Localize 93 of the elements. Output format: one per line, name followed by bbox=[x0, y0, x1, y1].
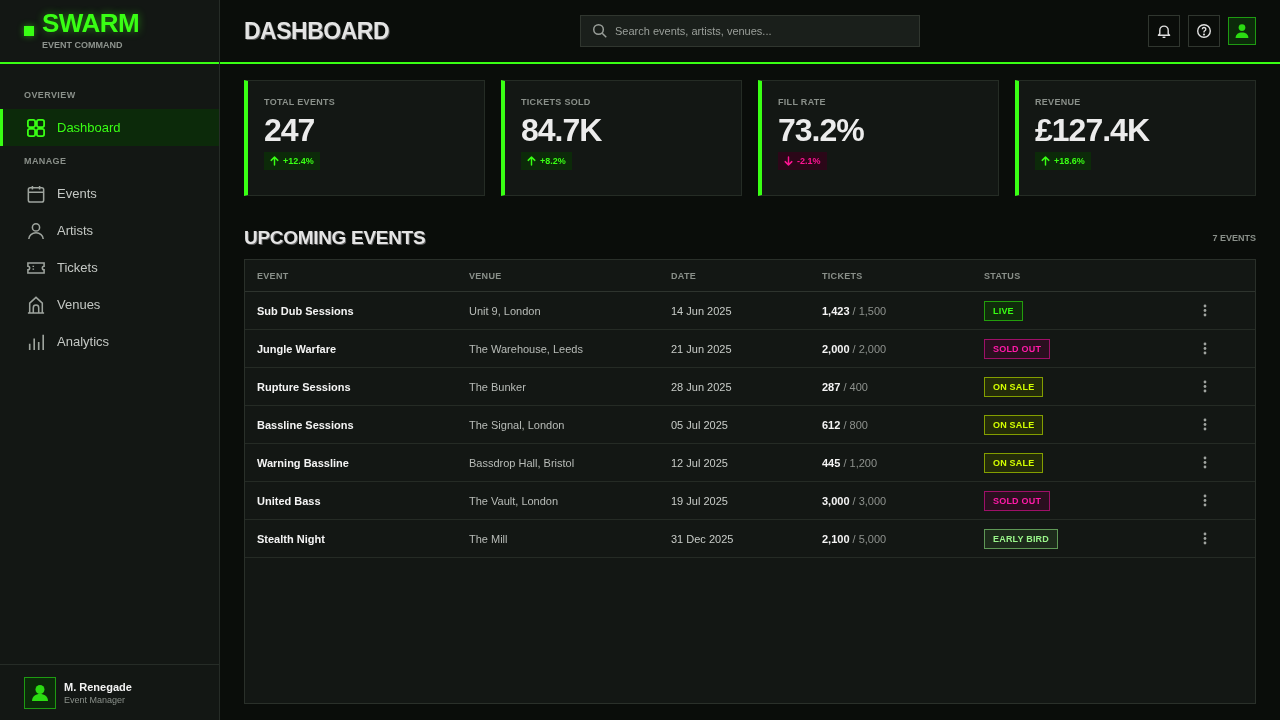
venue-name: The Bunker bbox=[469, 380, 526, 393]
nav-section-heading: MANAGE bbox=[24, 156, 67, 166]
vertical-dots-icon bbox=[1203, 342, 1207, 355]
status-badge: ON SALE bbox=[984, 414, 1044, 435]
stat-label: FILL RATE bbox=[778, 96, 826, 108]
nav-item[interactable]: Dashboard bbox=[0, 109, 219, 146]
user-role: Event Manager bbox=[64, 695, 126, 705]
vertical-dots-icon bbox=[1203, 532, 1207, 545]
building-icon bbox=[27, 295, 45, 314]
status-badge: SOLD OUT bbox=[984, 338, 1051, 359]
search-icon bbox=[593, 24, 607, 38]
stat-label: TOTAL EVENTS bbox=[264, 96, 336, 108]
column-header: DATE bbox=[671, 270, 697, 281]
stat-value: 73.2% bbox=[778, 112, 864, 148]
event-date: 12 Jul 2025 bbox=[671, 456, 728, 469]
bell-icon bbox=[1157, 24, 1171, 38]
section-title: UPCOMING EVENTS bbox=[244, 227, 426, 249]
status-badge: EARLY BIRD bbox=[984, 528, 1058, 549]
ticket-count: 3,000 / 3,000 bbox=[822, 494, 887, 507]
trend-badge: +12.4% bbox=[264, 152, 320, 170]
column-header: TICKETS bbox=[822, 270, 863, 281]
nav-item[interactable]: Artists bbox=[0, 212, 219, 249]
ticket-count: 287 / 400 bbox=[822, 380, 868, 393]
person-icon bbox=[1235, 24, 1249, 38]
vertical-dots-icon bbox=[1203, 456, 1207, 469]
event-date: 05 Jul 2025 bbox=[671, 418, 728, 431]
venue-name: The Warehouse, Leeds bbox=[469, 342, 583, 355]
venue-name: The Signal, London bbox=[469, 418, 565, 431]
vertical-dots-icon bbox=[1203, 380, 1207, 393]
column-header: VENUE bbox=[469, 270, 502, 281]
bar-chart-icon bbox=[27, 332, 45, 351]
column-header: STATUS bbox=[984, 270, 1021, 281]
trend-badge: +18.6% bbox=[1035, 152, 1091, 170]
stat-label: REVENUE bbox=[1035, 96, 1081, 108]
calendar-icon bbox=[27, 184, 45, 203]
arrow-up-icon bbox=[1041, 156, 1050, 166]
profile-button[interactable] bbox=[1228, 17, 1256, 45]
help-button[interactable] bbox=[1188, 15, 1220, 47]
avatar-icon bbox=[24, 677, 56, 709]
status-badge: ON SALE bbox=[984, 376, 1044, 397]
help-icon bbox=[1197, 24, 1211, 38]
venue-name: Bassdrop Hall, Bristol bbox=[469, 456, 575, 469]
nav-item[interactable]: Tickets bbox=[0, 249, 219, 286]
nav-section-heading: OVERVIEW bbox=[24, 90, 76, 100]
arrow-up-icon bbox=[527, 156, 536, 166]
event-name: Jungle Warfare bbox=[257, 342, 337, 355]
status-badge: SOLD OUT bbox=[984, 490, 1051, 511]
ticket-count: 2,000 / 2,000 bbox=[822, 342, 887, 355]
event-date: 31 Dec 2025 bbox=[671, 532, 734, 545]
grid-icon bbox=[27, 118, 45, 137]
stat-value: £127.4K bbox=[1035, 112, 1149, 148]
stat-value: 247 bbox=[264, 112, 315, 148]
vertical-dots-icon bbox=[1203, 304, 1207, 317]
event-date: 14 Jun 2025 bbox=[671, 304, 732, 317]
ticket-count: 445 / 1,200 bbox=[822, 456, 878, 469]
person-icon bbox=[27, 221, 45, 240]
user-name: M. Renegade bbox=[64, 681, 132, 693]
nav-item[interactable]: Events bbox=[0, 175, 219, 212]
trend-badge: -2.1% bbox=[778, 152, 827, 170]
vertical-dots-icon bbox=[1203, 418, 1207, 431]
page-title: DASHBOARD bbox=[244, 17, 389, 45]
status-badge: LIVE bbox=[984, 300, 1023, 321]
event-name: Stealth Night bbox=[257, 532, 325, 545]
logo-mark-icon bbox=[24, 26, 34, 36]
vertical-dots-icon bbox=[1203, 494, 1207, 507]
event-date: 28 Jun 2025 bbox=[671, 380, 732, 393]
nav-item[interactable]: Analytics bbox=[0, 323, 219, 360]
event-name: United Bass bbox=[257, 494, 321, 507]
event-name: Warning Bassline bbox=[257, 456, 349, 469]
venue-name: Unit 9, London bbox=[469, 304, 541, 317]
event-name: Bassline Sessions bbox=[257, 418, 354, 431]
arrow-up-icon bbox=[270, 156, 279, 166]
arrow-down-icon bbox=[784, 156, 793, 166]
nav-item[interactable]: Venues bbox=[0, 286, 219, 323]
brand-tagline: EVENT COMMAND bbox=[42, 40, 123, 50]
venue-name: The Vault, London bbox=[469, 494, 559, 507]
event-date: 19 Jul 2025 bbox=[671, 494, 728, 507]
trend-badge: +8.2% bbox=[521, 152, 572, 170]
event-count: 7 EVENTS bbox=[1212, 233, 1256, 243]
column-header: EVENT bbox=[257, 270, 289, 281]
event-date: 21 Jun 2025 bbox=[671, 342, 732, 355]
stat-value: 84.7K bbox=[521, 112, 602, 148]
stat-label: TICKETS SOLD bbox=[521, 96, 591, 108]
ticket-count: 1,423 / 1,500 bbox=[822, 304, 887, 317]
status-badge: ON SALE bbox=[984, 452, 1044, 473]
search-field[interactable]: Search events, artists, venues... bbox=[580, 15, 920, 47]
venue-name: The Mill bbox=[469, 532, 508, 545]
event-name: Rupture Sessions bbox=[257, 380, 351, 393]
ticket-count: 2,100 / 5,000 bbox=[822, 532, 887, 545]
notifications-button[interactable] bbox=[1148, 15, 1180, 47]
brand-name: SWARM bbox=[42, 9, 140, 37]
event-name: Sub Dub Sessions bbox=[257, 304, 354, 317]
ticket-count: 612 / 800 bbox=[822, 418, 868, 431]
